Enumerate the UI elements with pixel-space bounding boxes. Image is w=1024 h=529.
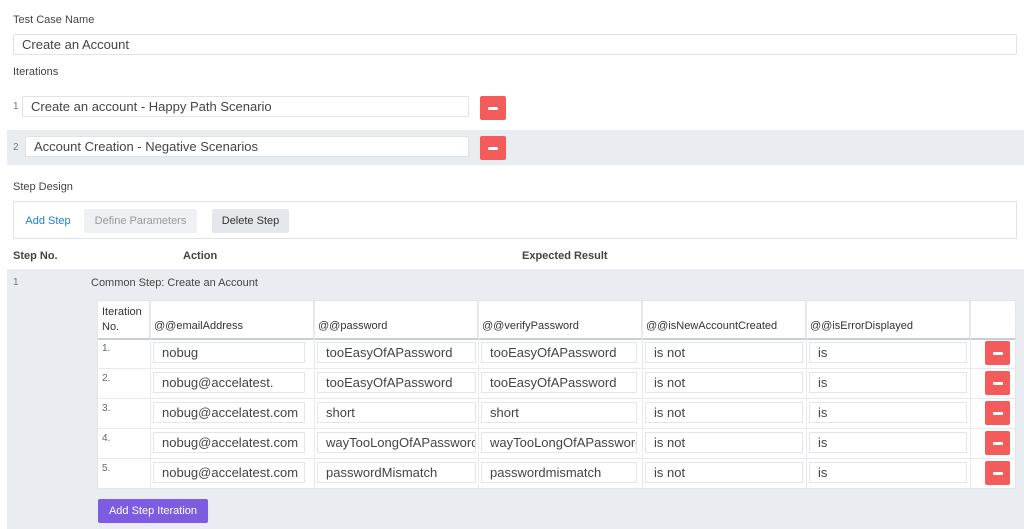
step-toolbar: Add Step Define Parameters Delete Step [13, 201, 1017, 239]
iteration-name-input[interactable]: Account Creation - Negative Scenarios [25, 136, 469, 157]
email-cell[interactable]: nobug@accelatest.com [153, 462, 305, 483]
step-design-label: Step Design [13, 181, 73, 193]
row-divider [98, 398, 1015, 399]
password-cell[interactable]: tooEasyOfAPassword [317, 342, 476, 363]
verify-password-header: @@verifyPassword [478, 301, 642, 339]
minus-icon [992, 351, 1003, 355]
row-number: 1. [102, 343, 111, 354]
expected-result-header: Expected Result [522, 250, 608, 262]
remove-iteration-button[interactable] [480, 96, 506, 120]
actions-header [970, 301, 1015, 339]
row-number: 2. [102, 373, 111, 384]
error-displayed-cell[interactable]: is [809, 342, 967, 363]
iteration-row-selected: 2 Account Creation - Negative Scenarios [7, 130, 1024, 165]
iteration-number: 1 [13, 101, 19, 112]
verify-password-cell[interactable]: wayTooLongOfAPassword [481, 432, 637, 453]
parameter-table: Iteration No. @@emailAddress @@password … [97, 300, 1016, 489]
row-number: 5. [102, 463, 111, 474]
column-divider [314, 301, 315, 488]
row-divider [98, 428, 1015, 429]
remove-iteration-button[interactable] [480, 136, 506, 160]
row-number: 4. [102, 433, 111, 444]
password-cell[interactable]: tooEasyOfAPassword [317, 372, 476, 393]
row-number: 3. [102, 403, 111, 414]
step-number: 1 [13, 277, 19, 288]
minus-icon [488, 146, 498, 150]
error-displayed-cell[interactable]: is [809, 462, 967, 483]
iteration-number: 2 [13, 142, 19, 153]
add-step-button[interactable]: Add Step [19, 209, 77, 233]
add-step-iteration-button[interactable]: Add Step Iteration [98, 499, 208, 523]
minus-icon [992, 411, 1003, 415]
iteration-no-header: Iteration No. [98, 301, 150, 339]
minus-icon [488, 106, 498, 110]
minus-icon [992, 441, 1003, 445]
error-displayed-cell[interactable]: is [809, 432, 967, 453]
step-action-text: Common Step: Create an Account [91, 277, 258, 289]
verify-password-cell[interactable]: tooEasyOfAPassword [481, 342, 637, 363]
remove-row-button[interactable] [985, 341, 1010, 365]
minus-icon [992, 381, 1003, 385]
row-divider [98, 458, 1015, 459]
action-header: Action [183, 250, 218, 262]
remove-row-button[interactable] [985, 461, 1010, 485]
email-cell[interactable]: nobug@accelatest.com [153, 432, 305, 453]
new-account-header: @@isNewAccountCreated [642, 301, 806, 339]
verify-password-cell[interactable]: passwordmismatch [481, 462, 637, 483]
password-cell[interactable]: wayTooLongOfAPassword [317, 432, 476, 453]
header-divider [98, 338, 1015, 340]
row-divider [98, 368, 1015, 369]
column-divider [150, 301, 151, 488]
password-cell[interactable]: short [317, 402, 476, 423]
new-account-cell[interactable]: is not [645, 372, 803, 393]
remove-row-button[interactable] [985, 431, 1010, 455]
new-account-cell[interactable]: is not [645, 402, 803, 423]
email-cell[interactable]: nobug@accelatest. [153, 372, 305, 393]
email-header: @@emailAddress [150, 301, 314, 339]
error-displayed-cell[interactable]: is [809, 372, 967, 393]
test-case-name-label: Test Case Name [13, 14, 95, 26]
error-displayed-header: @@isErrorDisplayed [806, 301, 970, 339]
column-divider [970, 301, 971, 488]
verify-password-cell[interactable]: short [481, 402, 637, 423]
column-divider [478, 301, 479, 488]
verify-password-cell[interactable]: tooEasyOfAPassword [481, 372, 637, 393]
password-cell[interactable]: passwordMismatch [317, 462, 476, 483]
iterations-label: Iterations [13, 66, 59, 78]
new-account-cell[interactable]: is not [645, 432, 803, 453]
test-case-name-input[interactable]: Create an Account [13, 34, 1017, 55]
remove-row-button[interactable] [985, 371, 1010, 395]
email-cell[interactable]: nobug [153, 342, 305, 363]
iteration-name-input[interactable]: Create an account - Happy Path Scenario [22, 96, 469, 117]
column-divider [642, 301, 643, 488]
column-divider [806, 301, 807, 488]
remove-row-button[interactable] [985, 401, 1010, 425]
new-account-cell[interactable]: is not [645, 342, 803, 363]
step-no-header: Step No. [13, 250, 58, 262]
error-displayed-cell[interactable]: is [809, 402, 967, 423]
minus-icon [992, 471, 1003, 475]
new-account-cell[interactable]: is not [645, 462, 803, 483]
email-cell[interactable]: nobug@accelatest.com [153, 402, 305, 423]
delete-step-button[interactable]: Delete Step [212, 209, 289, 233]
password-header: @@password [314, 301, 478, 339]
define-parameters-button[interactable]: Define Parameters [84, 209, 197, 233]
